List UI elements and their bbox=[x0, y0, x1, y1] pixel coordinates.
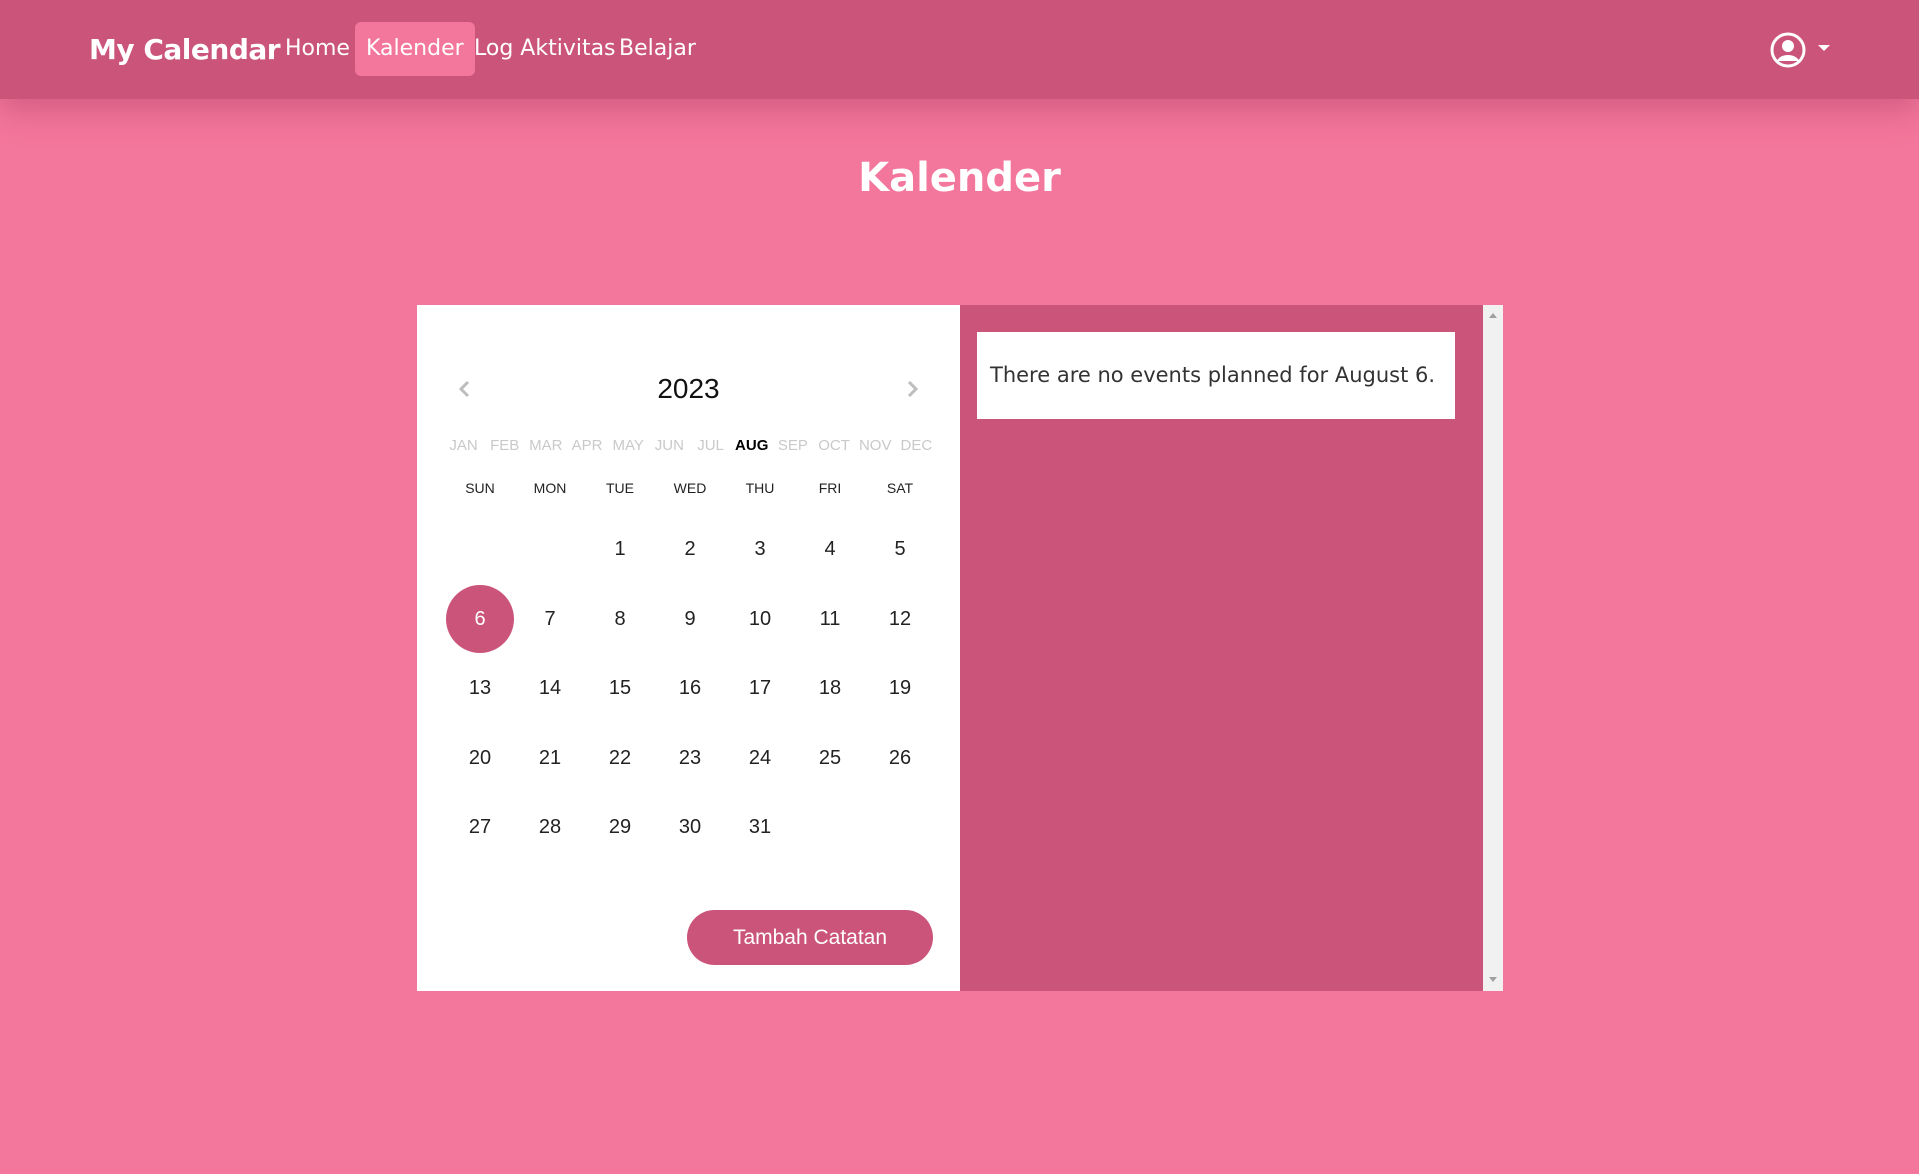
month-jul[interactable]: JUL bbox=[692, 437, 729, 457]
calendar-day[interactable]: 26 bbox=[866, 724, 934, 792]
calendar-day[interactable]: 20 bbox=[446, 724, 514, 792]
calendar-day[interactable]: 30 bbox=[656, 793, 724, 861]
events-panel: There are no events planned for August 6… bbox=[960, 305, 1483, 991]
weekday-fri: FRI bbox=[818, 480, 842, 496]
calendar-day[interactable]: 22 bbox=[586, 724, 654, 792]
calendar-day[interactable]: 1 bbox=[586, 515, 654, 583]
calendar-day[interactable]: 23 bbox=[656, 724, 724, 792]
calendar-day[interactable]: 13 bbox=[446, 654, 514, 722]
calendar-day[interactable]: 16 bbox=[656, 654, 724, 722]
month-nov[interactable]: NOV bbox=[857, 437, 894, 457]
month-selector: JAN FEB MAR APR MAY JUN JUL AUG SEP OCT NOV DEC bbox=[445, 437, 935, 457]
calendar-day[interactable]: 10 bbox=[726, 585, 794, 653]
calendar-day[interactable]: 6 bbox=[446, 584, 514, 653]
scroll-down-arrow-icon[interactable] bbox=[1489, 977, 1497, 982]
month-mar[interactable]: MAR bbox=[527, 437, 564, 457]
month-jan[interactable]: JAN bbox=[445, 437, 482, 457]
weekday-thu: THU bbox=[745, 480, 775, 496]
year-navigation: 2023 bbox=[417, 365, 960, 415]
chevron-right-icon[interactable] bbox=[898, 375, 926, 403]
calendar-day[interactable]: 31 bbox=[726, 793, 794, 861]
calendar-day[interactable]: 7 bbox=[516, 585, 584, 653]
month-feb[interactable]: FEB bbox=[486, 437, 523, 457]
calendar-day[interactable]: 18 bbox=[796, 654, 864, 722]
month-dec[interactable]: DEC bbox=[898, 437, 935, 457]
year-label: 2023 bbox=[657, 373, 720, 404]
calendar-day[interactable]: 21 bbox=[516, 724, 584, 792]
nav-link-home[interactable]: Home bbox=[274, 22, 361, 76]
weekday-sun: SUN bbox=[465, 480, 495, 496]
calendar-day[interactable]: 11 bbox=[796, 585, 864, 653]
user-menu-dropdown[interactable] bbox=[1768, 30, 1830, 70]
calendar-day[interactable]: 2 bbox=[656, 515, 724, 583]
weekday-sat: SAT bbox=[886, 480, 914, 496]
nav-link-log-aktivitas[interactable]: Log Aktivitas bbox=[463, 22, 627, 76]
navbar: My Calendar Home Kalender Log Aktivitas … bbox=[0, 0, 1919, 99]
calendar-day[interactable]: 9 bbox=[656, 585, 724, 653]
calendar-day[interactable]: 28 bbox=[516, 793, 584, 861]
scrollbar[interactable] bbox=[1483, 305, 1503, 991]
chevron-down-icon bbox=[1818, 45, 1830, 51]
calendar-day[interactable]: 5 bbox=[866, 515, 934, 583]
calendar-day[interactable]: 24 bbox=[726, 724, 794, 792]
calendar-day[interactable]: 14 bbox=[516, 654, 584, 722]
calendar-day[interactable]: 3 bbox=[726, 515, 794, 583]
weekday-tue: TUE bbox=[606, 480, 634, 496]
event-message: There are no events planned for August 6… bbox=[977, 332, 1455, 419]
month-oct[interactable]: OCT bbox=[816, 437, 853, 457]
month-apr[interactable]: APR bbox=[569, 437, 606, 457]
weekday-mon: MON bbox=[533, 480, 567, 496]
calendar-day[interactable]: 25 bbox=[796, 724, 864, 792]
month-aug[interactable]: AUG bbox=[733, 437, 770, 457]
scroll-up-arrow-icon[interactable] bbox=[1489, 313, 1497, 318]
page-title: Kalender bbox=[858, 155, 1061, 201]
month-sep[interactable]: SEP bbox=[774, 437, 811, 457]
add-note-button[interactable]: Tambah Catatan bbox=[687, 910, 933, 965]
month-may[interactable]: MAY bbox=[610, 437, 647, 457]
weekday-wed: WED bbox=[673, 480, 707, 496]
calendar-day[interactable]: 27 bbox=[446, 793, 514, 861]
brand-logo[interactable]: My Calendar bbox=[89, 33, 281, 66]
calendar-day[interactable]: 12 bbox=[866, 585, 934, 653]
calendar-day[interactable]: 19 bbox=[866, 654, 934, 722]
month-jun[interactable]: JUN bbox=[651, 437, 688, 457]
weekday-header: SUN MON TUE WED THU FRI SAT bbox=[445, 480, 935, 500]
nav-link-kalender[interactable]: Kalender bbox=[355, 22, 475, 76]
calendar-day[interactable]: 15 bbox=[586, 654, 654, 722]
calendar-day[interactable]: 8 bbox=[586, 585, 654, 653]
calendar-day[interactable]: 17 bbox=[726, 654, 794, 722]
calendar-widget: 2023 JAN FEB MAR APR MAY JUN JUL AUG SEP OCT NOV DE… bbox=[417, 305, 960, 991]
nav-link-belajar[interactable]: Belajar bbox=[608, 22, 707, 76]
calendar-day[interactable]: 4 bbox=[796, 515, 864, 583]
user-circle-icon bbox=[1770, 32, 1806, 68]
calendar-day[interactable]: 29 bbox=[586, 793, 654, 861]
